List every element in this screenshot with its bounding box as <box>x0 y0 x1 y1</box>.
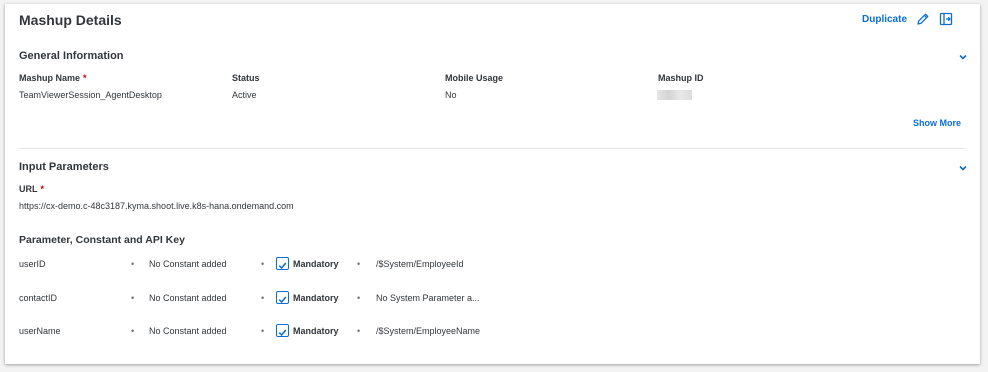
general-collapse-chevron-down-icon[interactable] <box>957 51 969 63</box>
mashup-details-card: Mashup Details Duplicate General Informa… <box>5 4 980 364</box>
pencil-icon[interactable] <box>916 12 930 26</box>
checkbox-checked-icon <box>278 329 287 337</box>
mandatory-label: Mandatory <box>293 326 339 336</box>
system-parameter-value: No System Parameter a... <box>376 293 480 303</box>
constant-value: No Constant added <box>149 293 227 303</box>
mandatory-checkbox[interactable] <box>276 324 289 337</box>
mashup-name-label: Mashup Name * <box>19 73 87 83</box>
general-information-title: General Information <box>19 50 124 62</box>
constant-value: No Constant added <box>149 326 227 336</box>
separator-bullet: • <box>357 293 361 303</box>
mandatory-label: Mandatory <box>293 259 339 269</box>
url-value: https://cx-demo.c-48c3187.kyma.shoot.liv… <box>19 201 294 211</box>
input-collapse-chevron-down-icon[interactable] <box>957 162 969 174</box>
constant-value: No Constant added <box>149 259 227 269</box>
mashup-id-value-redacted <box>657 90 692 100</box>
checkbox-checked-icon <box>278 262 287 270</box>
mobile-usage-label: Mobile Usage <box>445 73 504 83</box>
show-more-link[interactable]: Show More <box>913 118 961 128</box>
separator-bullet: • <box>261 326 265 336</box>
separator-bullet: • <box>357 326 361 336</box>
url-label: URL * <box>19 184 45 194</box>
input-parameters-title: Input Parameters <box>19 161 109 173</box>
mandatory-checkbox[interactable] <box>276 291 289 304</box>
separator-bullet: • <box>261 293 265 303</box>
mandatory-checkbox[interactable] <box>276 257 289 270</box>
parameter-name: contactID <box>19 293 58 303</box>
separator-bullet: • <box>357 259 361 269</box>
mashup-name-value: TeamViewerSession_AgentDesktop <box>19 90 162 100</box>
parameter-name: userID <box>19 259 46 269</box>
separator-bullet: • <box>261 259 265 269</box>
mobile-usage-value: No <box>445 90 457 100</box>
separator-bullet: • <box>131 326 135 336</box>
checkbox-checked-icon <box>278 296 287 304</box>
parameter-name: userName <box>19 326 61 336</box>
system-parameter-value: /$System/EmployeeName <box>376 326 481 336</box>
status-label: Status <box>232 73 260 83</box>
status-value: Active <box>232 90 257 100</box>
mashup-id-label: Mashup ID <box>658 73 704 83</box>
parameters-title: Parameter, Constant and API Key <box>19 234 185 246</box>
duplicate-button[interactable]: Duplicate <box>862 14 907 25</box>
exit-icon[interactable] <box>939 12 953 26</box>
system-parameter-value: /$System/EmployeeId <box>376 259 464 269</box>
page-title: Mashup Details <box>19 12 122 28</box>
section-divider <box>19 148 965 149</box>
separator-bullet: • <box>131 259 135 269</box>
mandatory-label: Mandatory <box>293 293 339 303</box>
separator-bullet: • <box>131 293 135 303</box>
